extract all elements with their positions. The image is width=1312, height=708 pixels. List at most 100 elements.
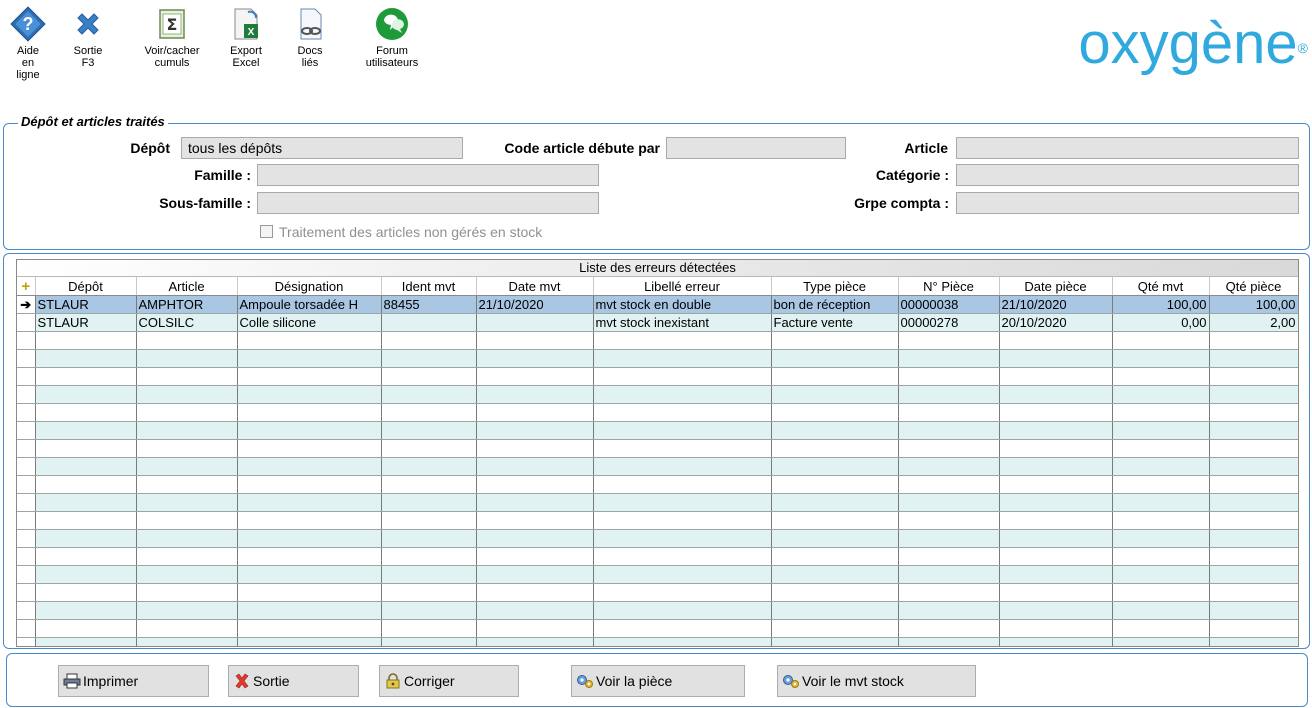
table-cell[interactable]	[237, 601, 382, 620]
table-cell[interactable]	[476, 583, 594, 602]
table-cell[interactable]	[381, 367, 477, 386]
row-indicator[interactable]	[17, 619, 36, 638]
table-cell[interactable]: Ampoule torsadée H	[237, 295, 382, 314]
table-cell[interactable]	[771, 601, 899, 620]
table-cell[interactable]	[1209, 583, 1298, 602]
table-cell[interactable]	[381, 475, 477, 494]
table-cell[interactable]	[593, 457, 772, 476]
table-cell[interactable]	[35, 403, 137, 422]
table-cell[interactable]	[476, 367, 594, 386]
table-cell[interactable]	[381, 331, 477, 350]
table-cell[interactable]	[136, 619, 238, 638]
table-cell[interactable]	[593, 619, 772, 638]
table-cell[interactable]	[1209, 475, 1298, 494]
table-cell[interactable]	[593, 511, 772, 530]
table-cell[interactable]	[898, 349, 1000, 368]
table-cell[interactable]	[381, 403, 477, 422]
table-cell[interactable]	[898, 529, 1000, 548]
table-cell[interactable]	[35, 565, 137, 584]
table-cell[interactable]	[999, 475, 1113, 494]
table-cell[interactable]	[237, 493, 382, 512]
linked-docs-button[interactable]: Docs liés	[290, 6, 330, 69]
table-cell[interactable]	[381, 547, 477, 566]
table-cell[interactable]	[771, 529, 899, 548]
table-cell[interactable]	[237, 403, 382, 422]
table-cell[interactable]	[476, 421, 594, 440]
table-cell[interactable]	[476, 475, 594, 494]
table-cell[interactable]	[237, 457, 382, 476]
table-cell[interactable]	[381, 349, 477, 368]
table-cell[interactable]	[237, 385, 382, 404]
table-cell[interactable]	[35, 493, 137, 512]
table-cell[interactable]	[898, 511, 1000, 530]
table-cell[interactable]	[1112, 547, 1210, 566]
row-indicator[interactable]	[17, 565, 36, 584]
table-cell[interactable]	[593, 493, 772, 512]
table-cell[interactable]	[237, 619, 382, 638]
table-cell[interactable]	[999, 439, 1113, 458]
empty-table-row[interactable]	[17, 565, 1298, 584]
empty-table-row[interactable]	[17, 493, 1298, 512]
table-cell[interactable]	[136, 565, 238, 584]
table-cell[interactable]	[136, 439, 238, 458]
table-cell[interactable]	[1112, 457, 1210, 476]
table-cell[interactable]	[237, 511, 382, 530]
grpe-compta-field[interactable]	[956, 192, 1299, 214]
table-cell[interactable]	[237, 583, 382, 602]
empty-table-row[interactable]	[17, 529, 1298, 548]
table-cell[interactable]: Colle silicone	[237, 313, 382, 332]
table-cell[interactable]	[1112, 385, 1210, 404]
table-cell[interactable]: 00000278	[898, 313, 1000, 332]
table-cell[interactable]	[999, 547, 1113, 566]
table-cell[interactable]	[476, 349, 594, 368]
article-field[interactable]	[956, 137, 1299, 159]
export-excel-button[interactable]: X Export Excel	[224, 6, 268, 69]
table-cell[interactable]	[237, 637, 382, 646]
table-cell[interactable]: STLAUR	[35, 313, 137, 332]
table-cell[interactable]	[381, 421, 477, 440]
row-indicator[interactable]	[17, 547, 36, 566]
table-cell[interactable]: 2,00	[1209, 313, 1298, 332]
table-cell[interactable]	[476, 403, 594, 422]
table-cell[interactable]	[476, 619, 594, 638]
empty-table-row[interactable]	[17, 583, 1298, 602]
table-cell[interactable]	[35, 547, 137, 566]
table-cell[interactable]	[593, 349, 772, 368]
table-cell[interactable]: mvt stock en double	[593, 295, 772, 314]
table-cell[interactable]: 20/10/2020	[999, 313, 1113, 332]
col-header-qte-mvt[interactable]: Qté mvt	[1112, 277, 1210, 296]
row-indicator[interactable]	[17, 457, 36, 476]
table-cell[interactable]	[999, 583, 1113, 602]
table-cell[interactable]: 0,00	[1112, 313, 1210, 332]
table-cell[interactable]	[898, 457, 1000, 476]
table-cell[interactable]	[237, 439, 382, 458]
table-cell[interactable]	[1209, 601, 1298, 620]
table-cell[interactable]	[593, 367, 772, 386]
table-cell[interactable]	[898, 403, 1000, 422]
table-cell[interactable]	[898, 619, 1000, 638]
table-cell[interactable]	[771, 367, 899, 386]
table-cell[interactable]	[136, 349, 238, 368]
col-header-num-piece[interactable]: N° Pièce	[898, 277, 1000, 296]
non-stock-checkbox[interactable]: Traitement des articles non gérés en sto…	[260, 223, 542, 241]
table-cell[interactable]	[237, 349, 382, 368]
table-cell[interactable]	[381, 511, 477, 530]
table-cell[interactable]	[999, 331, 1113, 350]
table-cell[interactable]	[1112, 511, 1210, 530]
table-cell[interactable]	[1112, 367, 1210, 386]
table-cell[interactable]	[381, 619, 477, 638]
table-cell[interactable]	[136, 385, 238, 404]
table-cell[interactable]	[1112, 331, 1210, 350]
table-cell[interactable]	[237, 331, 382, 350]
table-cell[interactable]: mvt stock inexistant	[593, 313, 772, 332]
table-cell[interactable]	[381, 385, 477, 404]
table-cell[interactable]	[1112, 637, 1210, 646]
table-cell[interactable]	[1209, 421, 1298, 440]
table-cell[interactable]	[35, 529, 137, 548]
table-cell[interactable]	[593, 529, 772, 548]
table-cell[interactable]	[476, 439, 594, 458]
table-cell[interactable]	[136, 529, 238, 548]
table-cell[interactable]	[898, 637, 1000, 646]
table-cell[interactable]	[593, 421, 772, 440]
table-cell[interactable]	[35, 421, 137, 440]
